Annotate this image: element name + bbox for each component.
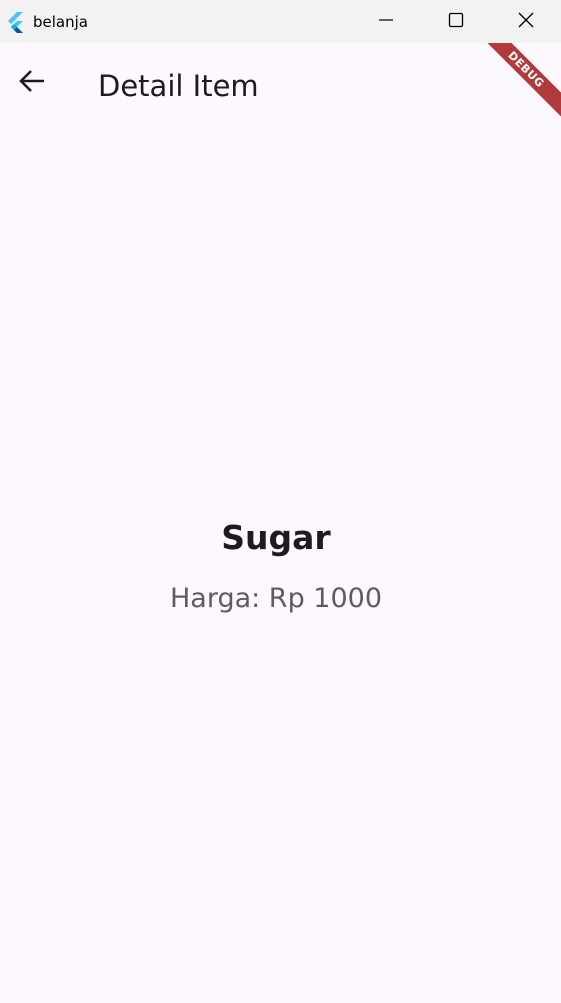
minimize-icon (378, 12, 394, 32)
window-titlebar[interactable]: belanja (0, 0, 561, 43)
item-detail-body: Sugar Harga: Rp 1000 (0, 131, 561, 1003)
item-name: Sugar (221, 518, 331, 557)
window-title: belanja (33, 12, 88, 31)
close-button[interactable] (491, 0, 561, 43)
minimize-button[interactable] (351, 0, 421, 43)
item-price: Harga: Rp 1000 (169, 583, 383, 614)
page-title: Detail Item (98, 69, 259, 103)
window-controls (351, 0, 561, 43)
back-button[interactable] (12, 63, 52, 103)
app-window: belanja Detail Item DEBUG Sugar Harga: R… (0, 0, 561, 1003)
arrow-back-icon (18, 67, 46, 99)
maximize-button[interactable] (421, 0, 491, 43)
close-icon (518, 12, 534, 32)
maximize-icon (448, 12, 464, 32)
app-bar: Detail Item (0, 43, 561, 131)
flutter-logo-icon (4, 11, 26, 33)
